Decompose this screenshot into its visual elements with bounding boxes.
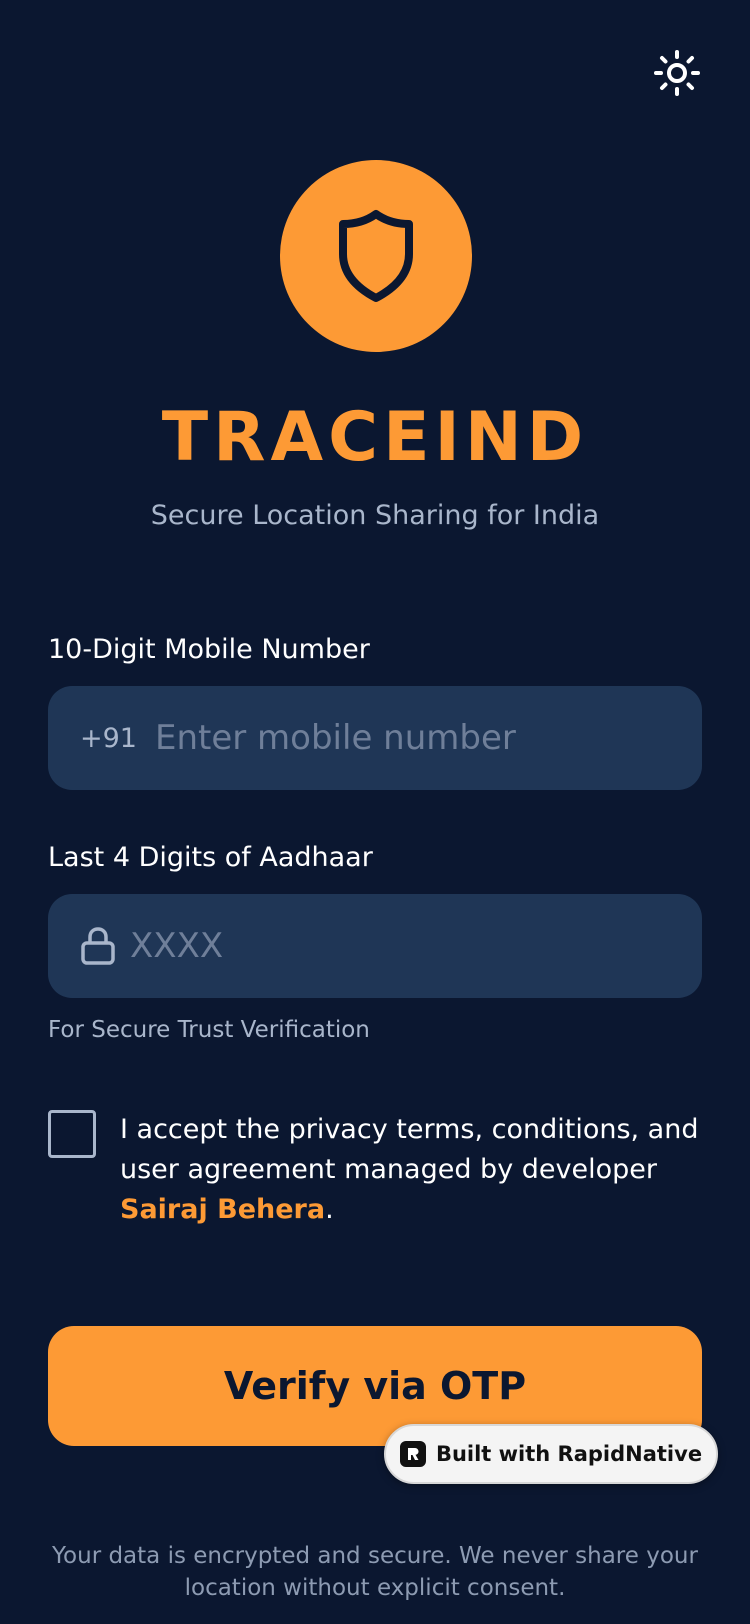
badge-label: Built with RapidNative (435, 1442, 703, 1466)
lock-icon (80, 926, 116, 966)
terms-checkbox[interactable] (48, 1110, 96, 1158)
app-logo (280, 160, 472, 352)
developer-name-link[interactable]: Sairaj Behera (120, 1194, 325, 1225)
privacy-footer-note: Your data is encrypted and secure. We ne… (52, 1543, 698, 1601)
aadhaar-input[interactable] (130, 894, 702, 998)
shield-icon (339, 210, 413, 302)
sun-icon (654, 50, 700, 96)
mobile-number-label: 10-Digit Mobile Number (48, 634, 370, 665)
aadhaar-field[interactable] (48, 894, 702, 998)
mobile-number-input[interactable] (154, 686, 702, 790)
app-subtitle: Secure Location Sharing for India (150, 500, 600, 531)
rapidnative-logo-icon (399, 1441, 426, 1467)
built-with-badge[interactable]: Built with RapidNative (384, 1424, 718, 1484)
theme-toggle-button[interactable] (652, 48, 702, 98)
country-code-prefix: +91 (80, 722, 137, 754)
terms-suffix: . (325, 1194, 334, 1225)
terms-body: I accept the privacy terms, conditions, … (120, 1114, 699, 1185)
aadhaar-helper-text: For Secure Trust Verification (48, 1017, 370, 1043)
login-screen: TRACEIND Secure Location Sharing for Ind… (0, 0, 750, 1624)
aadhaar-label: Last 4 Digits of Aadhaar (48, 842, 373, 873)
terms-text: I accept the privacy terms, conditions, … (120, 1110, 710, 1230)
app-title: TRACEIND (161, 398, 589, 477)
mobile-number-field[interactable]: +91 (48, 686, 702, 790)
